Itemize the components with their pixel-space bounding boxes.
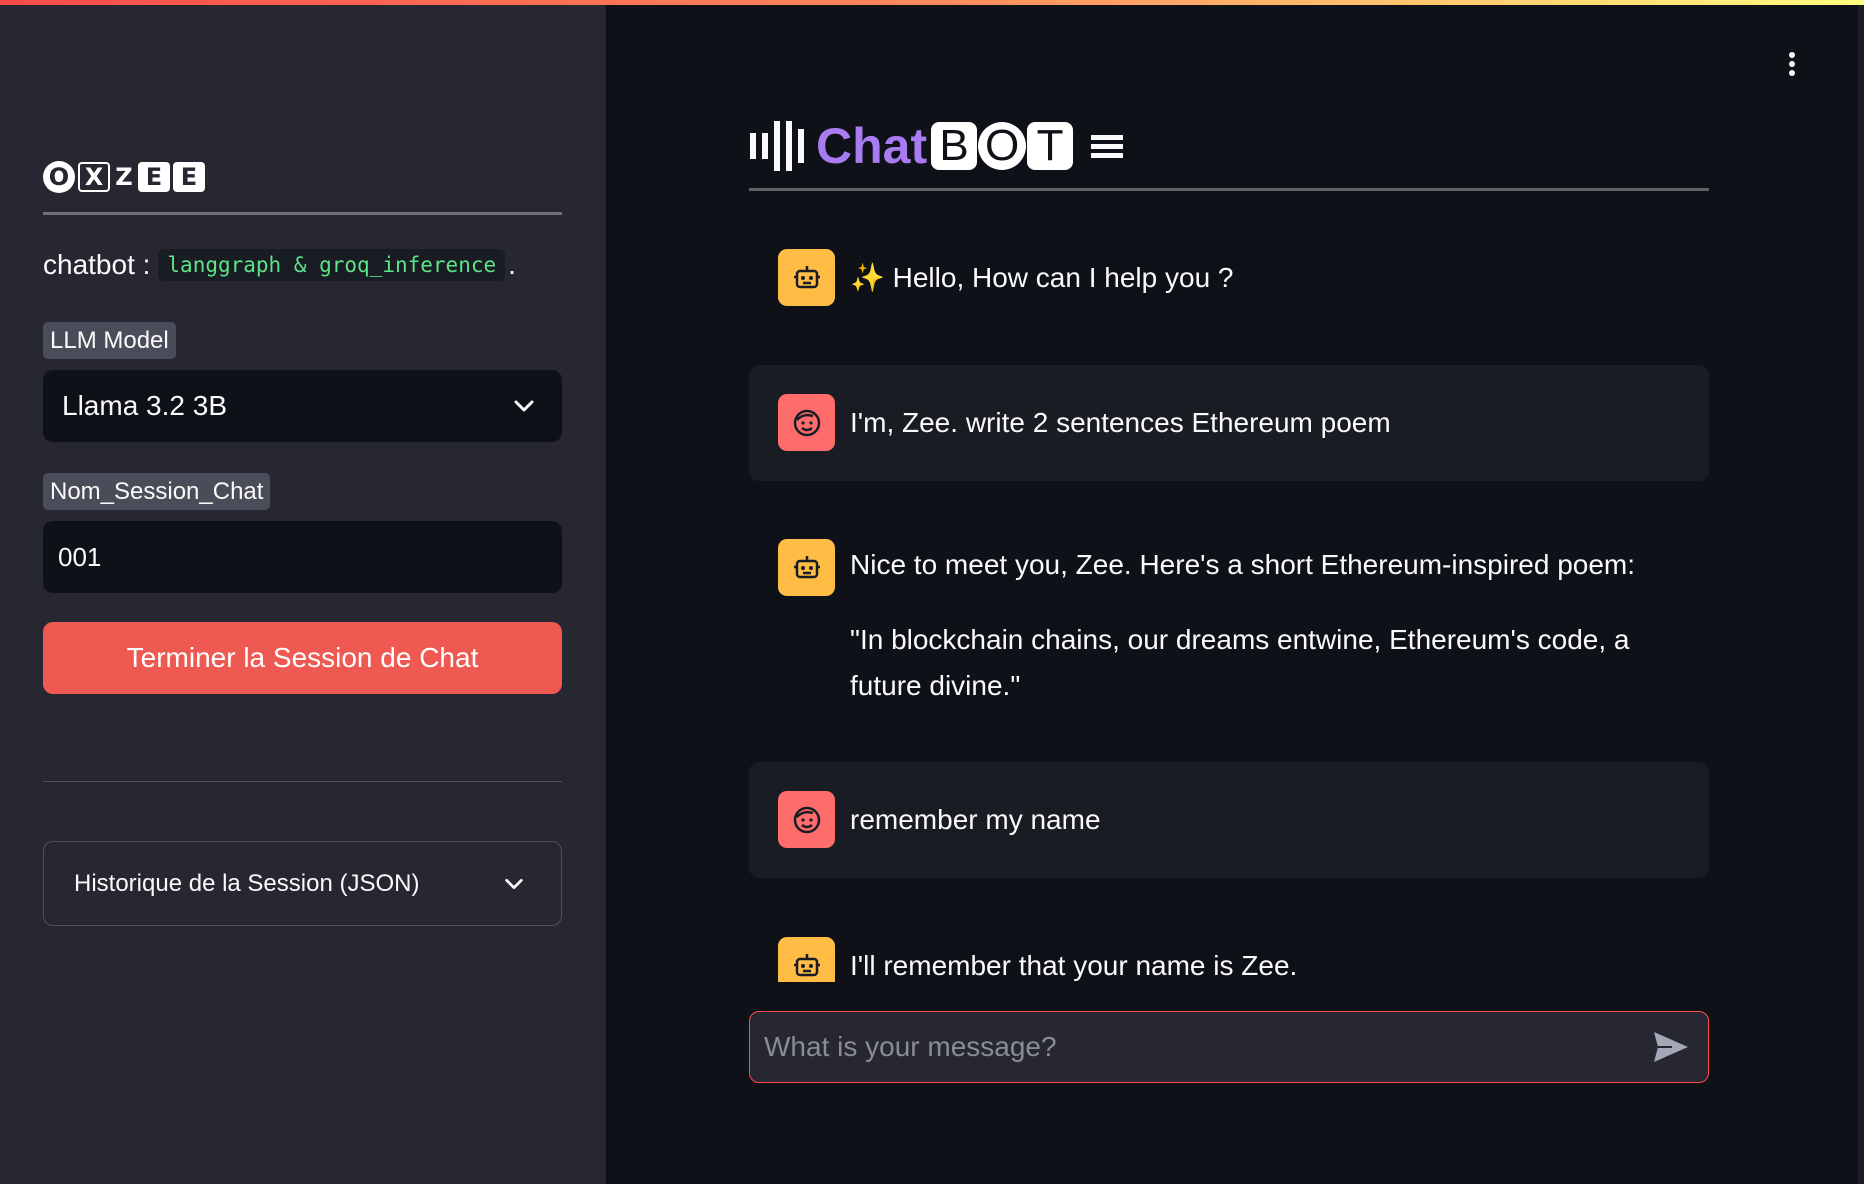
- smiling-face-icon: [778, 394, 835, 451]
- sidebar: O X Z E E chatbot : langgraph & groq_inf…: [0, 0, 606, 1184]
- message-text: I'm, Zee. write 2 sentences Ethereum poe…: [850, 407, 1391, 438]
- chatbot-label: chatbot :: [43, 249, 151, 280]
- title-letter-t: T: [1027, 121, 1074, 170]
- llm-model-value: Llama 3.2 3B: [62, 390, 227, 421]
- session-name-input[interactable]: 001: [43, 521, 562, 593]
- robot-face-icon: [778, 539, 835, 596]
- chat-messages: ✨ Hello, How can I help you ? I'm, Zee. …: [749, 220, 1709, 982]
- chat-message-user: I'm, Zee. write 2 sentences Ethereum poe…: [749, 365, 1709, 481]
- chevron-down-icon: [505, 878, 523, 890]
- chat-message-input[interactable]: What is your message?: [749, 1011, 1709, 1083]
- chevron-down-icon: [514, 400, 534, 412]
- message-text: remember my name: [850, 804, 1101, 835]
- title-letter-o: O: [978, 121, 1027, 170]
- session-history-label: Historique de la Session (JSON): [74, 869, 420, 897]
- send-arrow-icon[interactable]: [1652, 1030, 1690, 1064]
- chatbot-description: chatbot : langgraph & groq_inference .: [43, 249, 516, 281]
- logo-letter-z: Z: [115, 163, 133, 191]
- chatbot-stack-code: langgraph & groq_inference: [158, 249, 506, 281]
- llm-model-select[interactable]: Llama 3.2 3B: [43, 370, 562, 442]
- top-decoration-bar: [0, 0, 1864, 5]
- oxzee-logo: O X Z E E: [43, 160, 205, 194]
- smiling-face-icon: [778, 791, 835, 848]
- message-text: Nice to meet you, Zee. Here's a short Et…: [850, 542, 1690, 738]
- end-session-button[interactable]: Terminer la Session de Chat: [43, 622, 562, 694]
- sidebar-divider-bottom: [43, 781, 562, 782]
- chat-message-assistant: ✨ Hello, How can I help you ?: [749, 220, 1709, 320]
- audio-bars-icon: [750, 121, 804, 171]
- kebab-menu-icon[interactable]: [1786, 52, 1798, 80]
- session-name-label: Nom_Session_Chat: [43, 473, 271, 510]
- chat-message-user: remember my name: [749, 762, 1709, 878]
- logo-letter-e1: E: [138, 162, 170, 192]
- chat-message-assistant: I'll remember that your name is Zee.: [749, 908, 1709, 982]
- session-history-expander[interactable]: Historique de la Session (JSON): [43, 841, 562, 926]
- scrollbar[interactable]: [1858, 0, 1864, 1184]
- logo-letter-e2: E: [173, 162, 205, 192]
- message-paragraph: Nice to meet you, Zee. Here's a short Et…: [850, 549, 1636, 580]
- title-letter-b: B: [931, 121, 978, 170]
- title-chat-text: Chat: [816, 118, 928, 174]
- chat-message-assistant: Nice to meet you, Zee. Here's a short Et…: [749, 520, 1709, 720]
- message-text: ✨ Hello, How can I help you ?: [850, 262, 1234, 293]
- logo-letter-x: X: [78, 162, 110, 192]
- sidebar-divider-top: [43, 212, 562, 215]
- robot-face-icon: [778, 249, 835, 306]
- hamburger-icon: [1091, 131, 1124, 162]
- title-divider: [749, 188, 1709, 191]
- llm-model-label: LLM Model: [43, 322, 176, 359]
- message-text: I'll remember that your name is Zee.: [850, 950, 1298, 981]
- chatbot-dot: .: [508, 249, 516, 280]
- message-paragraph: "In blockchain chains, our dreams entwin…: [850, 624, 1630, 701]
- page-title: Chat B O T: [750, 117, 1124, 175]
- robot-face-icon: [778, 937, 835, 982]
- logo-letter-o: O: [43, 161, 75, 193]
- chat-input-placeholder: What is your message?: [764, 1031, 1057, 1062]
